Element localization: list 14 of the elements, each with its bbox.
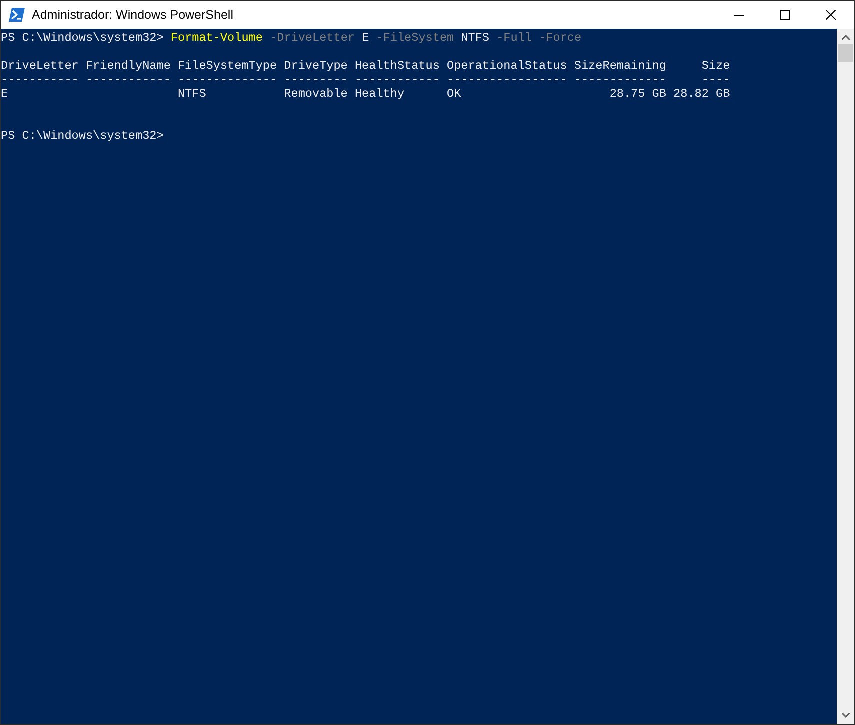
output-line: ----------- ------------ -------------- --------- ------------ ----------------- ------------- ----	[1, 73, 730, 87]
close-icon	[826, 10, 836, 20]
scrollbar[interactable]	[837, 29, 854, 724]
scroll-up-icon[interactable]	[842, 35, 850, 40]
command-line: PS C:\Windows\system32> Format-Volume -DriveLetter E -FileSystem NTFS -Full -Force	[1, 31, 583, 45]
window-title: Administrador: Windows PowerShell	[32, 6, 234, 24]
scroll-down-icon[interactable]	[842, 713, 850, 718]
terminal-icon	[9, 8, 25, 22]
scroll-thumb[interactable]	[838, 44, 853, 62]
maximize-icon	[780, 10, 790, 20]
minimize-icon	[734, 14, 744, 16]
output-line: DriveLetter FriendlyName FileSystemType DriveType HealthStatus OperationalStatus SizeRemaining Size	[1, 59, 730, 73]
command-line: PS C:\Windows\system32>	[1, 129, 165, 143]
output-line: E NTFS Removable Healthy OK 28.75 GB 28.82 GB	[1, 87, 730, 101]
